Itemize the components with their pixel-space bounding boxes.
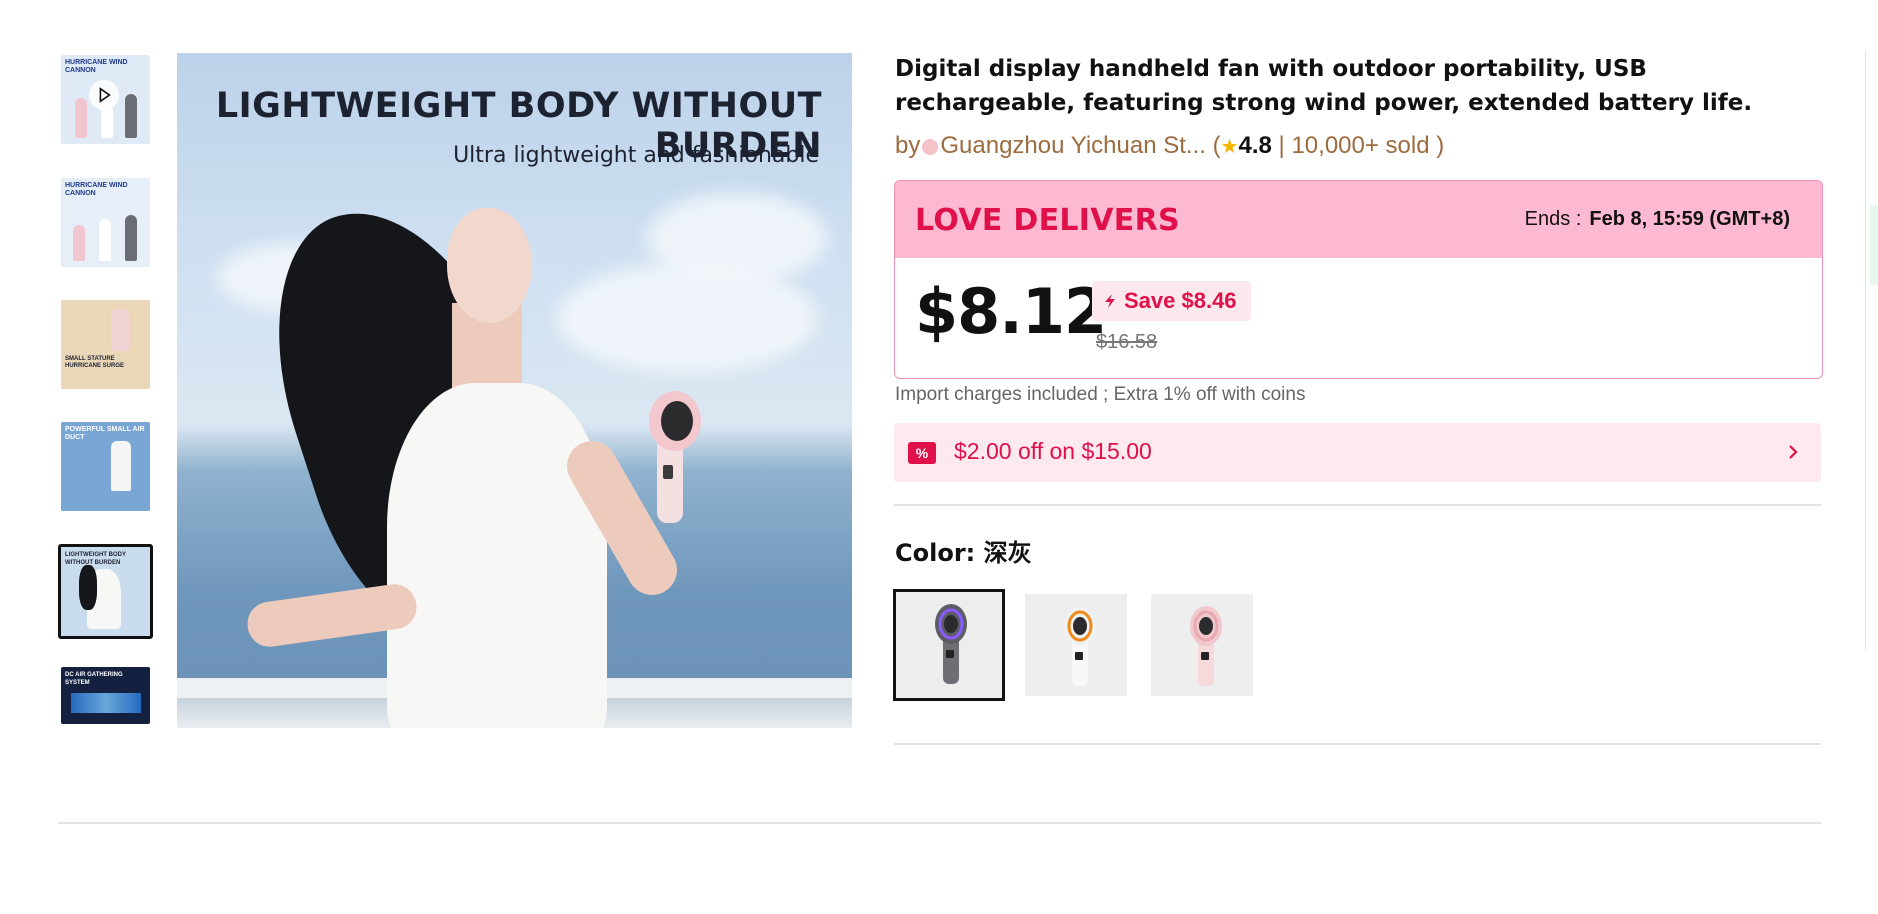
thumbnail-2[interactable]: HURRICANE WIND CANNON — [61, 178, 150, 267]
thumbnail-4[interactable]: POWERFUL SMALL AIR DUCT — [61, 422, 150, 511]
coupon-text: $2.00 off on $15.00 — [954, 438, 1152, 464]
ends-label: Ends : — [1524, 208, 1582, 230]
divider — [894, 743, 1821, 745]
open-paren: ( — [1212, 132, 1221, 159]
thumbnail-label: DC AIR GATHERING SYSTEM — [65, 672, 123, 686]
fan-image — [111, 309, 129, 351]
sale-price: $8.12 — [915, 275, 1107, 348]
thumbnail-strip: HURRICANE WIND CANNON HURRICANE WIND CAN… — [58, 50, 156, 730]
cloud — [647, 193, 827, 283]
side-panel-edge — [1865, 50, 1878, 650]
model-face — [447, 208, 532, 323]
main-product-image[interactable]: LIGHTWEIGHT BODY WITHOUT BURDEN Ultra li… — [177, 53, 852, 728]
fan-swatch-image — [1190, 606, 1222, 686]
rating-value[interactable]: 4.8 — [1239, 132, 1272, 159]
thumbnail-hair — [79, 565, 97, 610]
chevron-right-icon[interactable] — [1783, 442, 1803, 462]
color-label-text: Color: — [895, 539, 976, 567]
thumbnail-label: HURRICANE WIND CANNON — [65, 182, 128, 197]
model-dress — [387, 383, 607, 728]
by-label: by — [895, 132, 921, 159]
thumbnail-3[interactable]: SMALL STATURE HURRICANE SURGE — [61, 300, 150, 389]
ends-value: Feb 8, 15:59 (GMT+8) — [1589, 208, 1790, 230]
thumbnail-label: LIGHTWEIGHT BODY WITHOUT BURDEN — [65, 552, 126, 566]
original-price: $16.58 — [1096, 331, 1158, 353]
thumbnail-label: HURRICANE WIND CANNON — [65, 59, 128, 74]
fan-image — [111, 441, 131, 491]
shop-icon — [922, 139, 939, 155]
fan-swatch-image — [935, 604, 967, 684]
color-swatch-white[interactable] — [1025, 594, 1127, 696]
coupon-icon: % — [908, 442, 936, 464]
lightning-icon — [1105, 294, 1115, 308]
sold-count: | 10,000+ sold ) — [1278, 132, 1445, 159]
import-note: Import charges included ; Extra 1% off w… — [895, 384, 1306, 405]
color-swatch-dark-gray[interactable] — [893, 589, 1005, 701]
fan-image — [99, 219, 111, 261]
seller-line: by Guangzhou Yichuan St... (★4.8 | 10,000… — [895, 132, 1444, 160]
air-flow-graphic — [71, 693, 141, 713]
cloud — [557, 263, 817, 373]
side-panel-indicator — [1870, 205, 1878, 285]
selected-color-name: 深灰 — [983, 539, 1032, 567]
product-title: Digital display handheld fan with outdoo… — [895, 56, 1753, 116]
section-divider — [58, 822, 1821, 824]
fan-image — [73, 225, 85, 261]
coupon-banner[interactable]: % $2.00 off on $15.00 — [894, 423, 1821, 482]
seller-name-link[interactable]: Guangzhou Yichuan St... — [940, 132, 1206, 159]
deal-header: LOVE DELIVERS Ends : Feb 8, 15:59 (GMT+8) — [895, 181, 1822, 258]
star-icon: ★ — [1220, 136, 1239, 158]
play-video-icon[interactable] — [89, 80, 119, 110]
deal-name: LOVE DELIVERS — [915, 203, 1180, 238]
save-badge: Save $8.46 — [1092, 281, 1251, 321]
thumbnail-1[interactable]: HURRICANE WIND CANNON — [61, 55, 150, 144]
color-label: Color: 深灰 — [895, 533, 1032, 568]
color-swatch-pink[interactable] — [1151, 594, 1253, 696]
deal-box: LOVE DELIVERS Ends : Feb 8, 15:59 (GMT+8)… — [894, 180, 1823, 379]
fan-image — [125, 94, 137, 138]
divider — [894, 504, 1821, 506]
fan-image — [75, 98, 87, 138]
image-subline: Ultra lightweight and fashionable — [453, 143, 819, 168]
fan-image — [125, 215, 137, 261]
save-amount: Save $8.46 — [1124, 288, 1237, 313]
deal-ends: Ends : Feb 8, 15:59 (GMT+8) — [1525, 208, 1790, 231]
thumbnail-5[interactable]: LIGHTWEIGHT BODY WITHOUT BURDEN — [58, 544, 153, 639]
thumbnail-6[interactable]: DC AIR GATHERING SYSTEM — [61, 667, 150, 724]
handheld-fan-image — [649, 391, 701, 523]
thumbnail-label: POWERFUL SMALL AIR DUCT — [65, 426, 145, 441]
fan-swatch-image — [1064, 606, 1096, 686]
thumbnail-label: SMALL STATURE HURRICANE SURGE — [65, 356, 125, 369]
